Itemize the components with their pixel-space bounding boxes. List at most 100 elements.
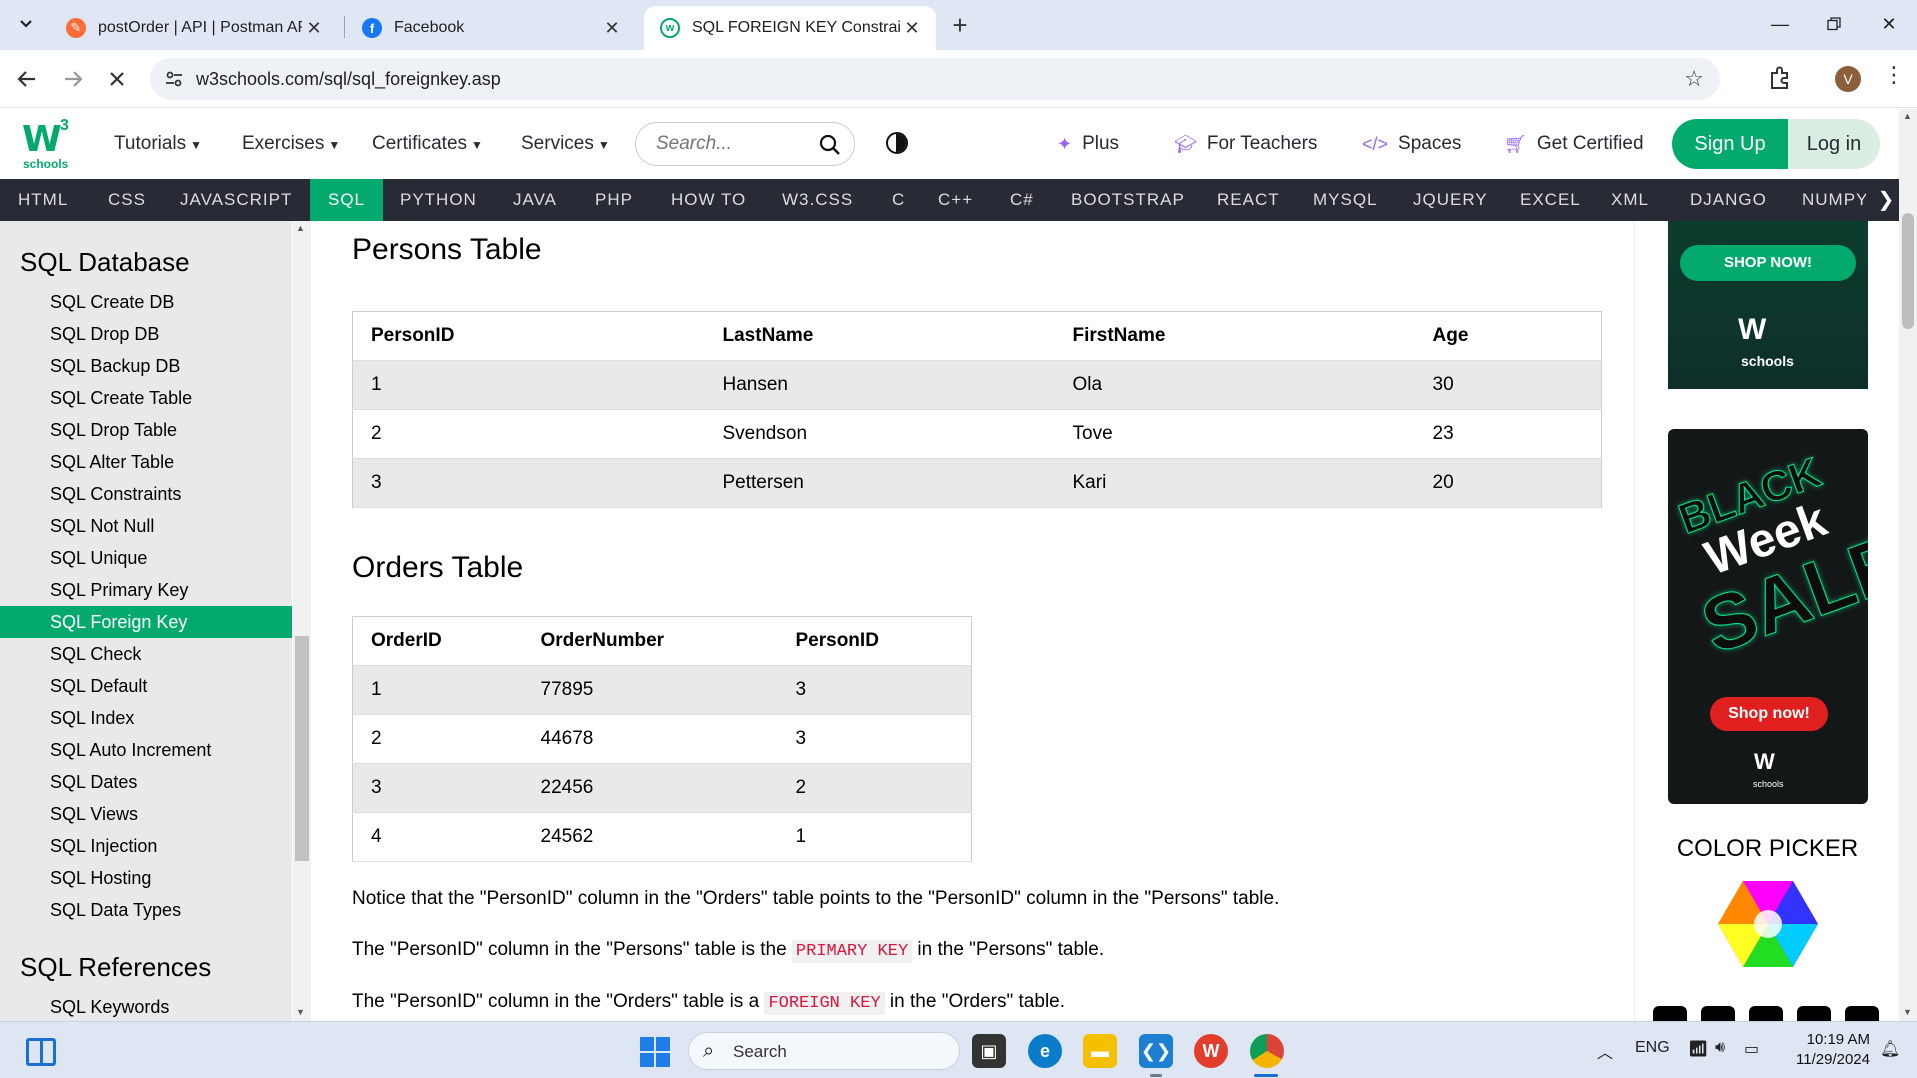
page-scroll-thumb[interactable] — [1902, 213, 1914, 329]
close-icon[interactable]: ✕ — [600, 16, 624, 40]
dark-mode-toggle-icon[interactable] — [886, 132, 908, 154]
sidebar-scrollbar[interactable]: ▲ ▼ — [293, 221, 311, 1021]
sidebar-item-index[interactable]: SQL Index — [0, 702, 292, 734]
youtube-icon[interactable] — [1653, 1006, 1687, 1021]
sidebar-item-primary-key[interactable]: SQL Primary Key — [0, 574, 292, 606]
subject-sql[interactable]: SQL — [310, 179, 384, 221]
site-settings-icon[interactable] — [164, 69, 184, 89]
sign-up-button[interactable]: Sign Up — [1672, 119, 1788, 169]
subject-php[interactable]: PHP — [577, 179, 651, 221]
start-button[interactable] — [640, 1037, 670, 1067]
link-spaces[interactable]: </> Spaces — [1362, 133, 1461, 155]
task-view-icon[interactable]: ▣ — [972, 1034, 1006, 1068]
clock[interactable]: 10:19 AM 11/29/2024 — [1778, 1030, 1870, 1070]
sidebar-item-data-types[interactable]: SQL Data Types — [0, 894, 292, 926]
sidebar-item-drop-db[interactable]: SQL Drop DB — [0, 318, 292, 350]
sidebar-item-views[interactable]: SQL Views — [0, 798, 292, 830]
subject-cpp[interactable]: C++ — [920, 179, 991, 221]
subject-html[interactable]: HTML — [0, 179, 86, 221]
sidebar-item-keywords[interactable]: SQL Keywords — [0, 991, 292, 1021]
subject-django[interactable]: DJANGO — [1672, 179, 1785, 221]
menu-tutorials[interactable]: Tutorials ▼ — [114, 133, 202, 155]
browser-menu-icon[interactable]: ⋮ — [1883, 62, 1905, 88]
sidebar-item-hosting[interactable]: SQL Hosting — [0, 862, 292, 894]
scroll-up-icon[interactable]: ▲ — [1903, 111, 1912, 121]
subject-java[interactable]: JAVA — [495, 179, 575, 221]
search-input[interactable] — [656, 133, 806, 155]
chevron-up-icon[interactable]: ︿ — [1597, 1039, 1613, 1063]
scroll-up-icon[interactable]: ▲ — [296, 223, 305, 233]
subject-jquery[interactable]: JQUERY — [1395, 179, 1506, 221]
sidebar-item-not-null[interactable]: SQL Not Null — [0, 510, 292, 542]
tab-postman[interactable]: ✎ postOrder | API | Postman API N ✕ — [50, 6, 338, 50]
subject-javascript[interactable]: JAVASCRIPT — [162, 179, 310, 221]
wifi-icon[interactable]: 📶︎ — [1688, 1039, 1708, 1059]
sidebar-item-injection[interactable]: SQL Injection — [0, 830, 292, 862]
subject-python[interactable]: PYTHON — [382, 179, 495, 221]
minimize-button[interactable]: — — [1757, 8, 1803, 40]
subject-css[interactable]: CSS — [90, 179, 164, 221]
bookmark-star-icon[interactable]: ☆ — [1684, 66, 1704, 92]
sidebar-item-unique[interactable]: SQL Unique — [0, 542, 292, 574]
sidebar-item-auto-increment[interactable]: SQL Auto Increment — [0, 734, 292, 766]
page-scrollbar[interactable]: ▲ ▼ — [1899, 109, 1917, 1021]
subject-excel[interactable]: EXCEL — [1502, 179, 1599, 221]
color-wheel-icon[interactable] — [1718, 881, 1818, 967]
scroll-down-icon[interactable]: ▼ — [1903, 1007, 1912, 1017]
address-bar[interactable]: w3schools.com/sql/sql_foreignkey.asp ☆ — [150, 58, 1720, 100]
ad-shop-now-button[interactable]: SHOP NOW! — [1680, 245, 1856, 281]
subject-c[interactable]: C — [874, 179, 923, 221]
sidebar-item-check[interactable]: SQL Check — [0, 638, 292, 670]
notification-bell-icon[interactable]: 🔔︎ — [1880, 1039, 1900, 1059]
vscode-icon[interactable]: ❮❯ — [1139, 1034, 1173, 1068]
edge-icon[interactable]: e — [1028, 1034, 1062, 1068]
link-plus[interactable]: ✦ Plus — [1057, 133, 1119, 155]
linkedin-icon[interactable] — [1701, 1006, 1735, 1021]
sidebar-item-create-db[interactable]: SQL Create DB — [0, 286, 292, 318]
ad-black-week-sale[interactable]: BLACK Week SALE Shop now! W schools — [1668, 429, 1868, 804]
discord-icon[interactable] — [1749, 1006, 1783, 1021]
profile-avatar[interactable]: V — [1835, 66, 1861, 92]
close-icon[interactable]: ✕ — [302, 16, 326, 40]
tab-search-button[interactable] — [12, 10, 40, 38]
stop-loading-button[interactable] — [102, 64, 132, 94]
subject-csharp[interactable]: C# — [992, 179, 1052, 221]
subject-bootstrap[interactable]: BOOTSTRAP — [1053, 179, 1203, 221]
ad-shop-now-button[interactable]: Shop now! — [1710, 697, 1828, 731]
sidebar-scroll-thumb[interactable] — [295, 636, 309, 861]
sidebar-item-backup-db[interactable]: SQL Backup DB — [0, 350, 292, 382]
taskbar-search[interactable]: ⌕ Search — [688, 1032, 960, 1070]
instagram-icon[interactable] — [1845, 1006, 1879, 1021]
subject-react[interactable]: REACT — [1199, 179, 1298, 221]
subject-mysql[interactable]: MYSQL — [1295, 179, 1396, 221]
menu-exercises[interactable]: Exercises ▼ — [242, 133, 340, 155]
link-get-certified[interactable]: 🛒︎ Get Certified — [1504, 133, 1644, 155]
widgets-icon[interactable] — [26, 1038, 56, 1066]
volume-icon[interactable]: 🔊︎ — [1715, 1039, 1725, 1057]
sidebar-item-foreign-key[interactable]: SQL Foreign Key — [0, 606, 292, 638]
forward-button[interactable] — [58, 64, 88, 94]
restore-button[interactable] — [1811, 8, 1857, 40]
language-indicator[interactable]: ENG — [1635, 1039, 1670, 1057]
subject-numpy[interactable]: NUMPY — [1784, 179, 1866, 221]
sidebar-item-constraints[interactable]: SQL Constraints — [0, 478, 292, 510]
sidebar-item-create-table[interactable]: SQL Create Table — [0, 382, 292, 414]
close-icon[interactable]: ✕ — [900, 16, 924, 40]
url-text[interactable]: w3schools.com/sql/sql_foreignkey.asp — [196, 69, 501, 90]
wps-office-icon[interactable]: W — [1194, 1034, 1228, 1068]
back-button[interactable] — [12, 64, 42, 94]
file-explorer-icon[interactable]: ▬ — [1083, 1034, 1117, 1068]
sidebar-item-dates[interactable]: SQL Dates — [0, 766, 292, 798]
scroll-down-icon[interactable]: ▼ — [296, 1007, 305, 1017]
subject-xml[interactable]: XML — [1593, 179, 1667, 221]
search-icon[interactable] — [818, 133, 842, 157]
log-in-button[interactable]: Log in — [1788, 119, 1880, 169]
new-tab-button[interactable]: + — [946, 12, 974, 40]
link-for-teachers[interactable]: 🎓︎ For Teachers — [1174, 133, 1317, 155]
ad-banner-top[interactable]: SHOP NOW! W schools — [1668, 221, 1868, 389]
facebook-icon[interactable] — [1797, 1006, 1831, 1021]
window-close-button[interactable]: ✕ — [1866, 8, 1912, 40]
battery-icon[interactable]: ▭ — [1744, 1039, 1759, 1059]
chrome-icon[interactable] — [1250, 1034, 1284, 1068]
sidebar-item-drop-table[interactable]: SQL Drop Table — [0, 414, 292, 446]
